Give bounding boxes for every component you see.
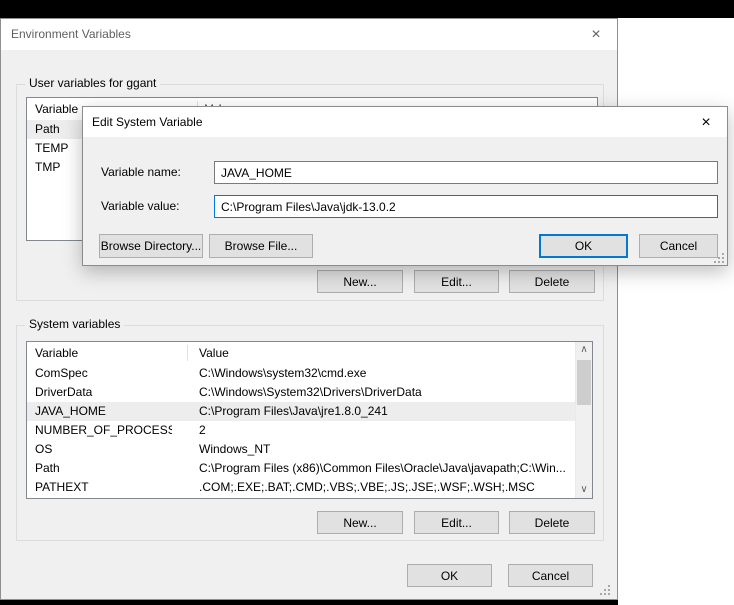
close-icon[interactable]: × (691, 111, 721, 134)
env-ok-button[interactable]: OK (407, 564, 492, 587)
cell-value: C:\Windows\System32\Drivers\DriverData (199, 383, 574, 402)
cell-value: C:\Program Files\Java\jre1.8.0_241 (199, 402, 574, 421)
variable-name-input[interactable] (214, 161, 718, 184)
cell-variable: DriverData (35, 383, 172, 402)
env-window-title: Environment Variables (11, 19, 131, 50)
scroll-down-icon[interactable]: ∨ (576, 482, 592, 498)
cell-value: 2 (199, 421, 574, 440)
system-edit-button[interactable]: Edit... (414, 511, 499, 534)
resize-grip-icon[interactable] (600, 585, 610, 595)
list-item[interactable]: NUMBER_OF_PROCESSORS 2 (27, 421, 592, 440)
cell-variable: ComSpec (35, 364, 172, 383)
edit-cancel-button[interactable]: Cancel (639, 234, 718, 258)
system-column-value: Value (199, 342, 229, 364)
system-list-scrollbar[interactable]: ∧ ∨ (575, 342, 592, 498)
system-new-button[interactable]: New... (317, 511, 403, 534)
edit-ok-button[interactable]: OK (539, 234, 628, 258)
cell-value: C:\Windows\system32\cmd.exe (199, 364, 574, 383)
edit-window-title: Edit System Variable (92, 107, 203, 137)
list-item[interactable]: ComSpec C:\Windows\system32\cmd.exe (27, 364, 592, 383)
system-variables-list[interactable]: Variable Value ComSpec C:\Windows\system… (26, 341, 593, 499)
system-variables-group-label: System variables (25, 317, 124, 331)
cell-variable: Path (35, 459, 172, 478)
close-icon[interactable]: × (581, 23, 611, 46)
list-item[interactable]: OS Windows_NT (27, 440, 592, 459)
list-item[interactable]: Path C:\Program Files (x86)\Common Files… (27, 459, 592, 478)
env-cancel-button[interactable]: Cancel (508, 564, 593, 587)
cell-value: C:\Program Files (x86)\Common Files\Orac… (199, 459, 574, 478)
edit-titlebar: Edit System Variable × (83, 107, 727, 137)
user-variables-group-label: User variables for ggant (25, 76, 160, 90)
screen: Environment Variables × User variables f… (0, 0, 734, 605)
cell-variable: PATHEXT (35, 478, 172, 497)
cell-value: Windows_NT (199, 440, 574, 459)
browse-directory-button[interactable]: Browse Directory... (99, 234, 203, 258)
system-header-divider (187, 345, 188, 361)
cell-variable: OS (35, 440, 172, 459)
scroll-up-icon[interactable]: ∧ (576, 342, 592, 358)
cell-variable: JAVA_HOME (35, 402, 172, 421)
cell-variable: NUMBER_OF_PROCESSORS (35, 421, 172, 440)
top-black-strip (0, 0, 734, 18)
user-column-variable: Variable (35, 98, 78, 120)
list-item[interactable]: PATHEXT .COM;.EXE;.BAT;.CMD;.VBS;.VBE;.J… (27, 478, 592, 497)
bottom-black-strip (0, 600, 618, 605)
variable-value-label: Variable value: (101, 199, 180, 213)
system-list-header: Variable Value (27, 342, 592, 364)
scrollbar-thumb[interactable] (577, 360, 591, 405)
resize-grip-icon[interactable] (714, 253, 724, 263)
system-column-variable: Variable (35, 342, 78, 364)
env-titlebar: Environment Variables × (1, 19, 617, 50)
variable-value-input[interactable] (214, 195, 718, 218)
user-delete-button[interactable]: Delete (509, 270, 595, 293)
system-delete-button[interactable]: Delete (509, 511, 595, 534)
user-new-button[interactable]: New... (317, 270, 403, 293)
browse-file-button[interactable]: Browse File... (209, 234, 313, 258)
list-item-selected[interactable]: JAVA_HOME C:\Program Files\Java\jre1.8.0… (27, 402, 592, 421)
variable-name-label: Variable name: (101, 165, 181, 179)
cell-value: .COM;.EXE;.BAT;.CMD;.VBS;.VBE;.JS;.JSE;.… (199, 478, 574, 497)
user-edit-button[interactable]: Edit... (414, 270, 499, 293)
list-item[interactable]: DriverData C:\Windows\System32\Drivers\D… (27, 383, 592, 402)
edit-system-variable-dialog: Edit System Variable × Variable name: Va… (82, 106, 728, 266)
